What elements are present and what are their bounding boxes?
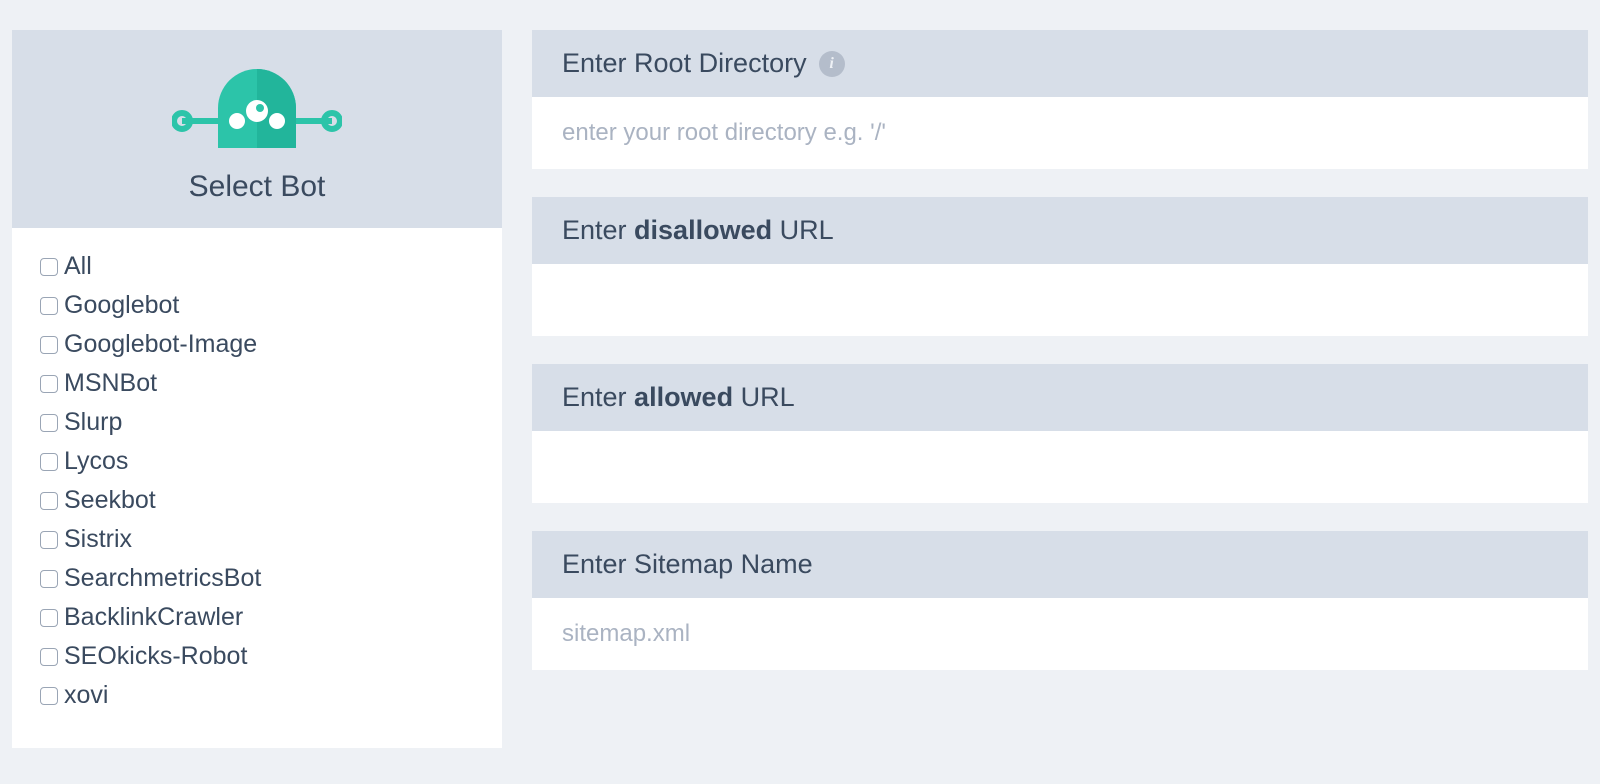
- disallowed-prefix: Enter: [562, 215, 634, 245]
- root-directory-section: Enter Root Directory i: [532, 30, 1588, 169]
- sitemap-input[interactable]: [532, 598, 1588, 670]
- allowed-url-section: Enter allowed URL: [532, 364, 1588, 503]
- bot-item-backlinkcrawler[interactable]: BacklinkCrawler: [40, 603, 474, 632]
- bot-checkbox-searchmetricsbot[interactable]: [40, 570, 58, 588]
- bot-item-seokicks-robot[interactable]: SEOkicks-Robot: [40, 642, 474, 671]
- bot-checkbox-googlebot[interactable]: [40, 297, 58, 315]
- bot-checkbox-xovi[interactable]: [40, 687, 58, 705]
- allowed-suffix: URL: [733, 382, 795, 412]
- info-icon[interactable]: i: [819, 51, 845, 77]
- main-panel: Enter Root Directory i Enter disallowed …: [532, 30, 1588, 748]
- bot-label: SearchmetricsBot: [64, 564, 261, 593]
- bot-checkbox-sistrix[interactable]: [40, 531, 58, 549]
- bot-item-seekbot[interactable]: Seekbot: [40, 486, 474, 515]
- robot-icon: [172, 58, 342, 158]
- allowed-url-header: Enter allowed URL: [532, 364, 1588, 431]
- select-bot-panel: Select Bot All Googlebot Googlebot-Image…: [12, 30, 502, 748]
- bot-label: All: [64, 252, 92, 281]
- allowed-prefix: Enter: [562, 382, 634, 412]
- disallowed-url-body[interactable]: [532, 264, 1588, 336]
- allowed-bold: allowed: [634, 382, 733, 412]
- bot-item-sistrix[interactable]: Sistrix: [40, 525, 474, 554]
- root-directory-input[interactable]: [532, 97, 1588, 169]
- sitemap-header: Enter Sitemap Name: [532, 531, 1588, 598]
- bot-item-googlebot[interactable]: Googlebot: [40, 291, 474, 320]
- bot-label: BacklinkCrawler: [64, 603, 243, 632]
- sitemap-title: Enter Sitemap Name: [562, 549, 813, 580]
- select-bot-title: Select Bot: [189, 170, 326, 204]
- bot-item-searchmetricsbot[interactable]: SearchmetricsBot: [40, 564, 474, 593]
- bot-checkbox-seekbot[interactable]: [40, 492, 58, 510]
- bot-label: Sistrix: [64, 525, 132, 554]
- bot-item-all[interactable]: All: [40, 252, 474, 281]
- disallowed-suffix: URL: [772, 215, 834, 245]
- bot-item-msnbot[interactable]: MSNBot: [40, 369, 474, 398]
- bot-label: SEOkicks-Robot: [64, 642, 247, 671]
- bot-label: MSNBot: [64, 369, 157, 398]
- bot-checkbox-backlinkcrawler[interactable]: [40, 609, 58, 627]
- bot-label: Seekbot: [64, 486, 156, 515]
- disallowed-url-section: Enter disallowed URL: [532, 197, 1588, 336]
- bot-checkbox-lycos[interactable]: [40, 453, 58, 471]
- bot-checkbox-googlebot-image[interactable]: [40, 336, 58, 354]
- bot-label: Googlebot-Image: [64, 330, 257, 359]
- bot-item-slurp[interactable]: Slurp: [40, 408, 474, 437]
- select-bot-header: Select Bot: [12, 30, 502, 228]
- bot-label: Googlebot: [64, 291, 179, 320]
- bot-label: Slurp: [64, 408, 122, 437]
- bot-label: xovi: [64, 681, 108, 710]
- disallowed-bold: disallowed: [634, 215, 772, 245]
- bot-item-xovi[interactable]: xovi: [40, 681, 474, 710]
- bot-item-googlebot-image[interactable]: Googlebot-Image: [40, 330, 474, 359]
- bot-label: Lycos: [64, 447, 128, 476]
- bot-item-lycos[interactable]: Lycos: [40, 447, 474, 476]
- sitemap-section: Enter Sitemap Name: [532, 531, 1588, 670]
- bot-checkbox-slurp[interactable]: [40, 414, 58, 432]
- root-directory-header: Enter Root Directory i: [532, 30, 1588, 97]
- root-directory-title: Enter Root Directory: [562, 48, 807, 79]
- bot-checkbox-all[interactable]: [40, 258, 58, 276]
- disallowed-url-header: Enter disallowed URL: [532, 197, 1588, 264]
- bot-checkbox-seokicks-robot[interactable]: [40, 648, 58, 666]
- bot-list: All Googlebot Googlebot-Image MSNBot Slu…: [12, 228, 502, 748]
- allowed-url-body[interactable]: [532, 431, 1588, 503]
- bot-checkbox-msnbot[interactable]: [40, 375, 58, 393]
